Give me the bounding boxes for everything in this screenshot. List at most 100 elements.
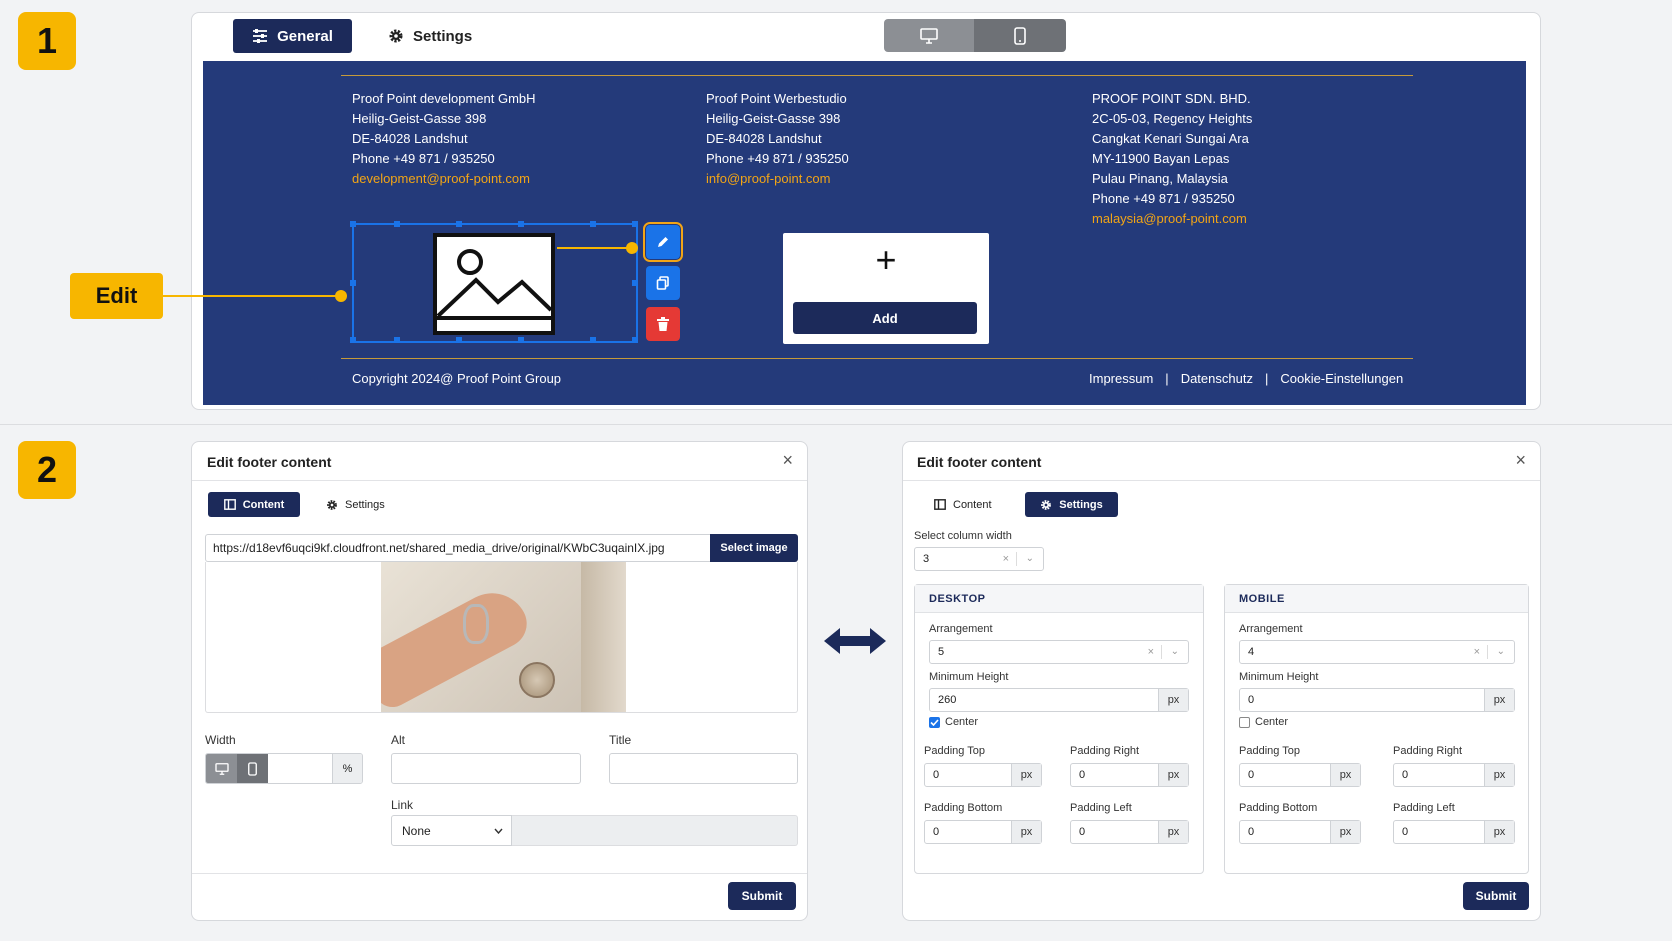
column-width-select[interactable]: 3 × ⌄ bbox=[914, 547, 1044, 571]
edit-button[interactable] bbox=[643, 222, 683, 262]
tab-general-label: General bbox=[277, 27, 333, 45]
padding-top-value: 0 bbox=[1248, 769, 1255, 781]
width-desktop-toggle[interactable] bbox=[206, 754, 237, 783]
tab-settings[interactable]: Settings bbox=[1025, 492, 1118, 517]
callout-connector bbox=[163, 295, 342, 297]
desktop-toggle-button[interactable] bbox=[884, 19, 974, 52]
width-mobile-toggle[interactable] bbox=[237, 754, 268, 783]
delete-button[interactable] bbox=[646, 307, 680, 341]
mobile-padding-right-input[interactable]: 0 px bbox=[1393, 763, 1515, 787]
tab-general[interactable]: General bbox=[233, 19, 352, 53]
close-icon[interactable]: × bbox=[782, 450, 793, 471]
callout-connector-dot bbox=[335, 290, 347, 302]
chevron-down-icon bbox=[494, 828, 503, 834]
unit-px: px bbox=[1330, 821, 1360, 843]
desktop-padding-top-input[interactable]: 0 px bbox=[924, 763, 1042, 787]
image-url-group: https://d18evf6uqci9kf.cloudfront.net/sh… bbox=[205, 534, 798, 562]
clear-icon[interactable]: × bbox=[1003, 553, 1009, 565]
footer-line: Cangkat Kenari Sungai Ara bbox=[1092, 131, 1249, 146]
footer-column-2: Proof Point Werbestudio Heilig-Geist-Gas… bbox=[706, 89, 849, 189]
clear-icon[interactable]: × bbox=[1148, 646, 1154, 658]
checkbox-checked[interactable] bbox=[929, 716, 940, 728]
desktop-padding-left-input[interactable]: 0 px bbox=[1070, 820, 1189, 844]
min-height-label: Minimum Height bbox=[929, 671, 1009, 683]
checkbox-unchecked[interactable] bbox=[1239, 716, 1250, 728]
footer-email-link[interactable]: info@proof-point.com bbox=[706, 169, 849, 189]
footer-top-divider bbox=[341, 75, 1413, 76]
mobile-padding-left-input[interactable]: 0 px bbox=[1393, 820, 1515, 844]
mobile-padding-bottom-input[interactable]: 0 px bbox=[1239, 820, 1361, 844]
tab-settings[interactable]: Settings bbox=[326, 492, 385, 517]
arrangement-value: 5 bbox=[938, 646, 945, 658]
gear-icon bbox=[1041, 499, 1052, 510]
footer-email-link[interactable]: development@proof-point.com bbox=[352, 169, 536, 189]
chevron-down-icon[interactable]: ⌄ bbox=[1171, 646, 1179, 657]
desktop-icon bbox=[214, 762, 229, 775]
link-impressum[interactable]: Impressum bbox=[1089, 369, 1153, 389]
close-icon[interactable]: × bbox=[1515, 450, 1526, 471]
keys-shape bbox=[463, 604, 489, 644]
padding-left-label: Padding Left bbox=[1070, 802, 1132, 814]
footer-line: Heilig-Geist-Gasse 398 bbox=[352, 111, 487, 126]
add-block-card: + Add bbox=[783, 233, 989, 344]
padding-bottom-label: Padding Bottom bbox=[1239, 802, 1318, 814]
footer-line: PROOF POINT SDN. BHD. bbox=[1092, 91, 1251, 106]
add-button[interactable]: Add bbox=[793, 302, 977, 334]
padding-top-label: Padding Top bbox=[924, 745, 985, 757]
padding-right-label: Padding Right bbox=[1070, 745, 1140, 757]
unit-px: px bbox=[1158, 764, 1188, 786]
link-cookie-settings[interactable]: Cookie-Einstellungen bbox=[1280, 369, 1403, 389]
chevron-down-icon[interactable]: ⌄ bbox=[1497, 646, 1505, 657]
selected-image-block[interactable] bbox=[350, 221, 638, 343]
link-datenschutz[interactable]: Datenschutz bbox=[1181, 369, 1253, 389]
duplicate-button[interactable] bbox=[646, 266, 680, 300]
width-label: Width bbox=[205, 733, 236, 747]
mobile-padding-top-input[interactable]: 0 px bbox=[1239, 763, 1361, 787]
footer-email-link[interactable]: malaysia@proof-point.com bbox=[1092, 209, 1252, 229]
column-width-label: Select column width bbox=[914, 530, 1012, 542]
tab-content[interactable]: Content bbox=[208, 492, 300, 517]
link-group: None bbox=[391, 815, 798, 846]
image-placeholder-icon bbox=[433, 233, 555, 335]
unit-px: px bbox=[1011, 764, 1041, 786]
desktop-arrangement-select[interactable]: 5 × ⌄ bbox=[929, 640, 1189, 664]
unit-px: px bbox=[1158, 821, 1188, 843]
tab-settings[interactable]: Settings bbox=[388, 19, 472, 53]
connector-dot bbox=[626, 242, 638, 254]
clear-icon[interactable]: × bbox=[1474, 646, 1480, 658]
arrangement-label: Arrangement bbox=[929, 623, 993, 635]
edit-footer-dialog-settings: Edit footer content × Content Settings S… bbox=[902, 441, 1541, 921]
submit-button[interactable]: Submit bbox=[728, 882, 796, 910]
padding-bottom-value: 0 bbox=[1248, 826, 1255, 838]
mobile-arrangement-select[interactable]: 4 × ⌄ bbox=[1239, 640, 1515, 664]
padding-top-value: 0 bbox=[933, 769, 940, 781]
alt-input[interactable] bbox=[391, 753, 581, 784]
link-type-select[interactable]: None bbox=[391, 815, 512, 846]
footer-column-1: Proof Point development GmbH Heilig-Geis… bbox=[352, 89, 536, 189]
hand-shape bbox=[381, 580, 536, 712]
desktop-padding-right-input[interactable]: 0 px bbox=[1070, 763, 1189, 787]
mobile-toggle-button[interactable] bbox=[974, 19, 1066, 52]
select-image-button[interactable]: Select image bbox=[710, 534, 798, 562]
desktop-min-height-input[interactable]: 260 px bbox=[929, 688, 1189, 712]
title-input[interactable] bbox=[609, 753, 798, 784]
desktop-center-checkbox[interactable]: Center bbox=[929, 716, 978, 728]
unit-px: px bbox=[1484, 764, 1514, 786]
tab-settings-label: Settings bbox=[345, 498, 385, 511]
footer-line: DE-84028 Landshut bbox=[352, 131, 468, 146]
width-input[interactable] bbox=[268, 754, 332, 783]
submit-button[interactable]: Submit bbox=[1463, 882, 1529, 910]
desktop-padding-bottom-input[interactable]: 0 px bbox=[924, 820, 1042, 844]
padding-right-label: Padding Right bbox=[1393, 745, 1463, 757]
tab-content[interactable]: Content bbox=[934, 492, 992, 517]
center-label: Center bbox=[1255, 716, 1289, 728]
mobile-min-height-input[interactable]: 0 px bbox=[1239, 688, 1515, 712]
mobile-center-checkbox[interactable]: Center bbox=[1239, 716, 1288, 728]
image-preview bbox=[381, 562, 626, 712]
chevron-down-icon[interactable]: ⌄ bbox=[1026, 553, 1034, 564]
padding-right-value: 0 bbox=[1402, 769, 1409, 781]
plus-icon[interactable]: + bbox=[783, 239, 989, 281]
image-url-input[interactable]: https://d18evf6uqci9kf.cloudfront.net/sh… bbox=[205, 534, 710, 562]
arrangement-label: Arrangement bbox=[1239, 623, 1303, 635]
footer-line: Proof Point development GmbH bbox=[352, 91, 536, 106]
